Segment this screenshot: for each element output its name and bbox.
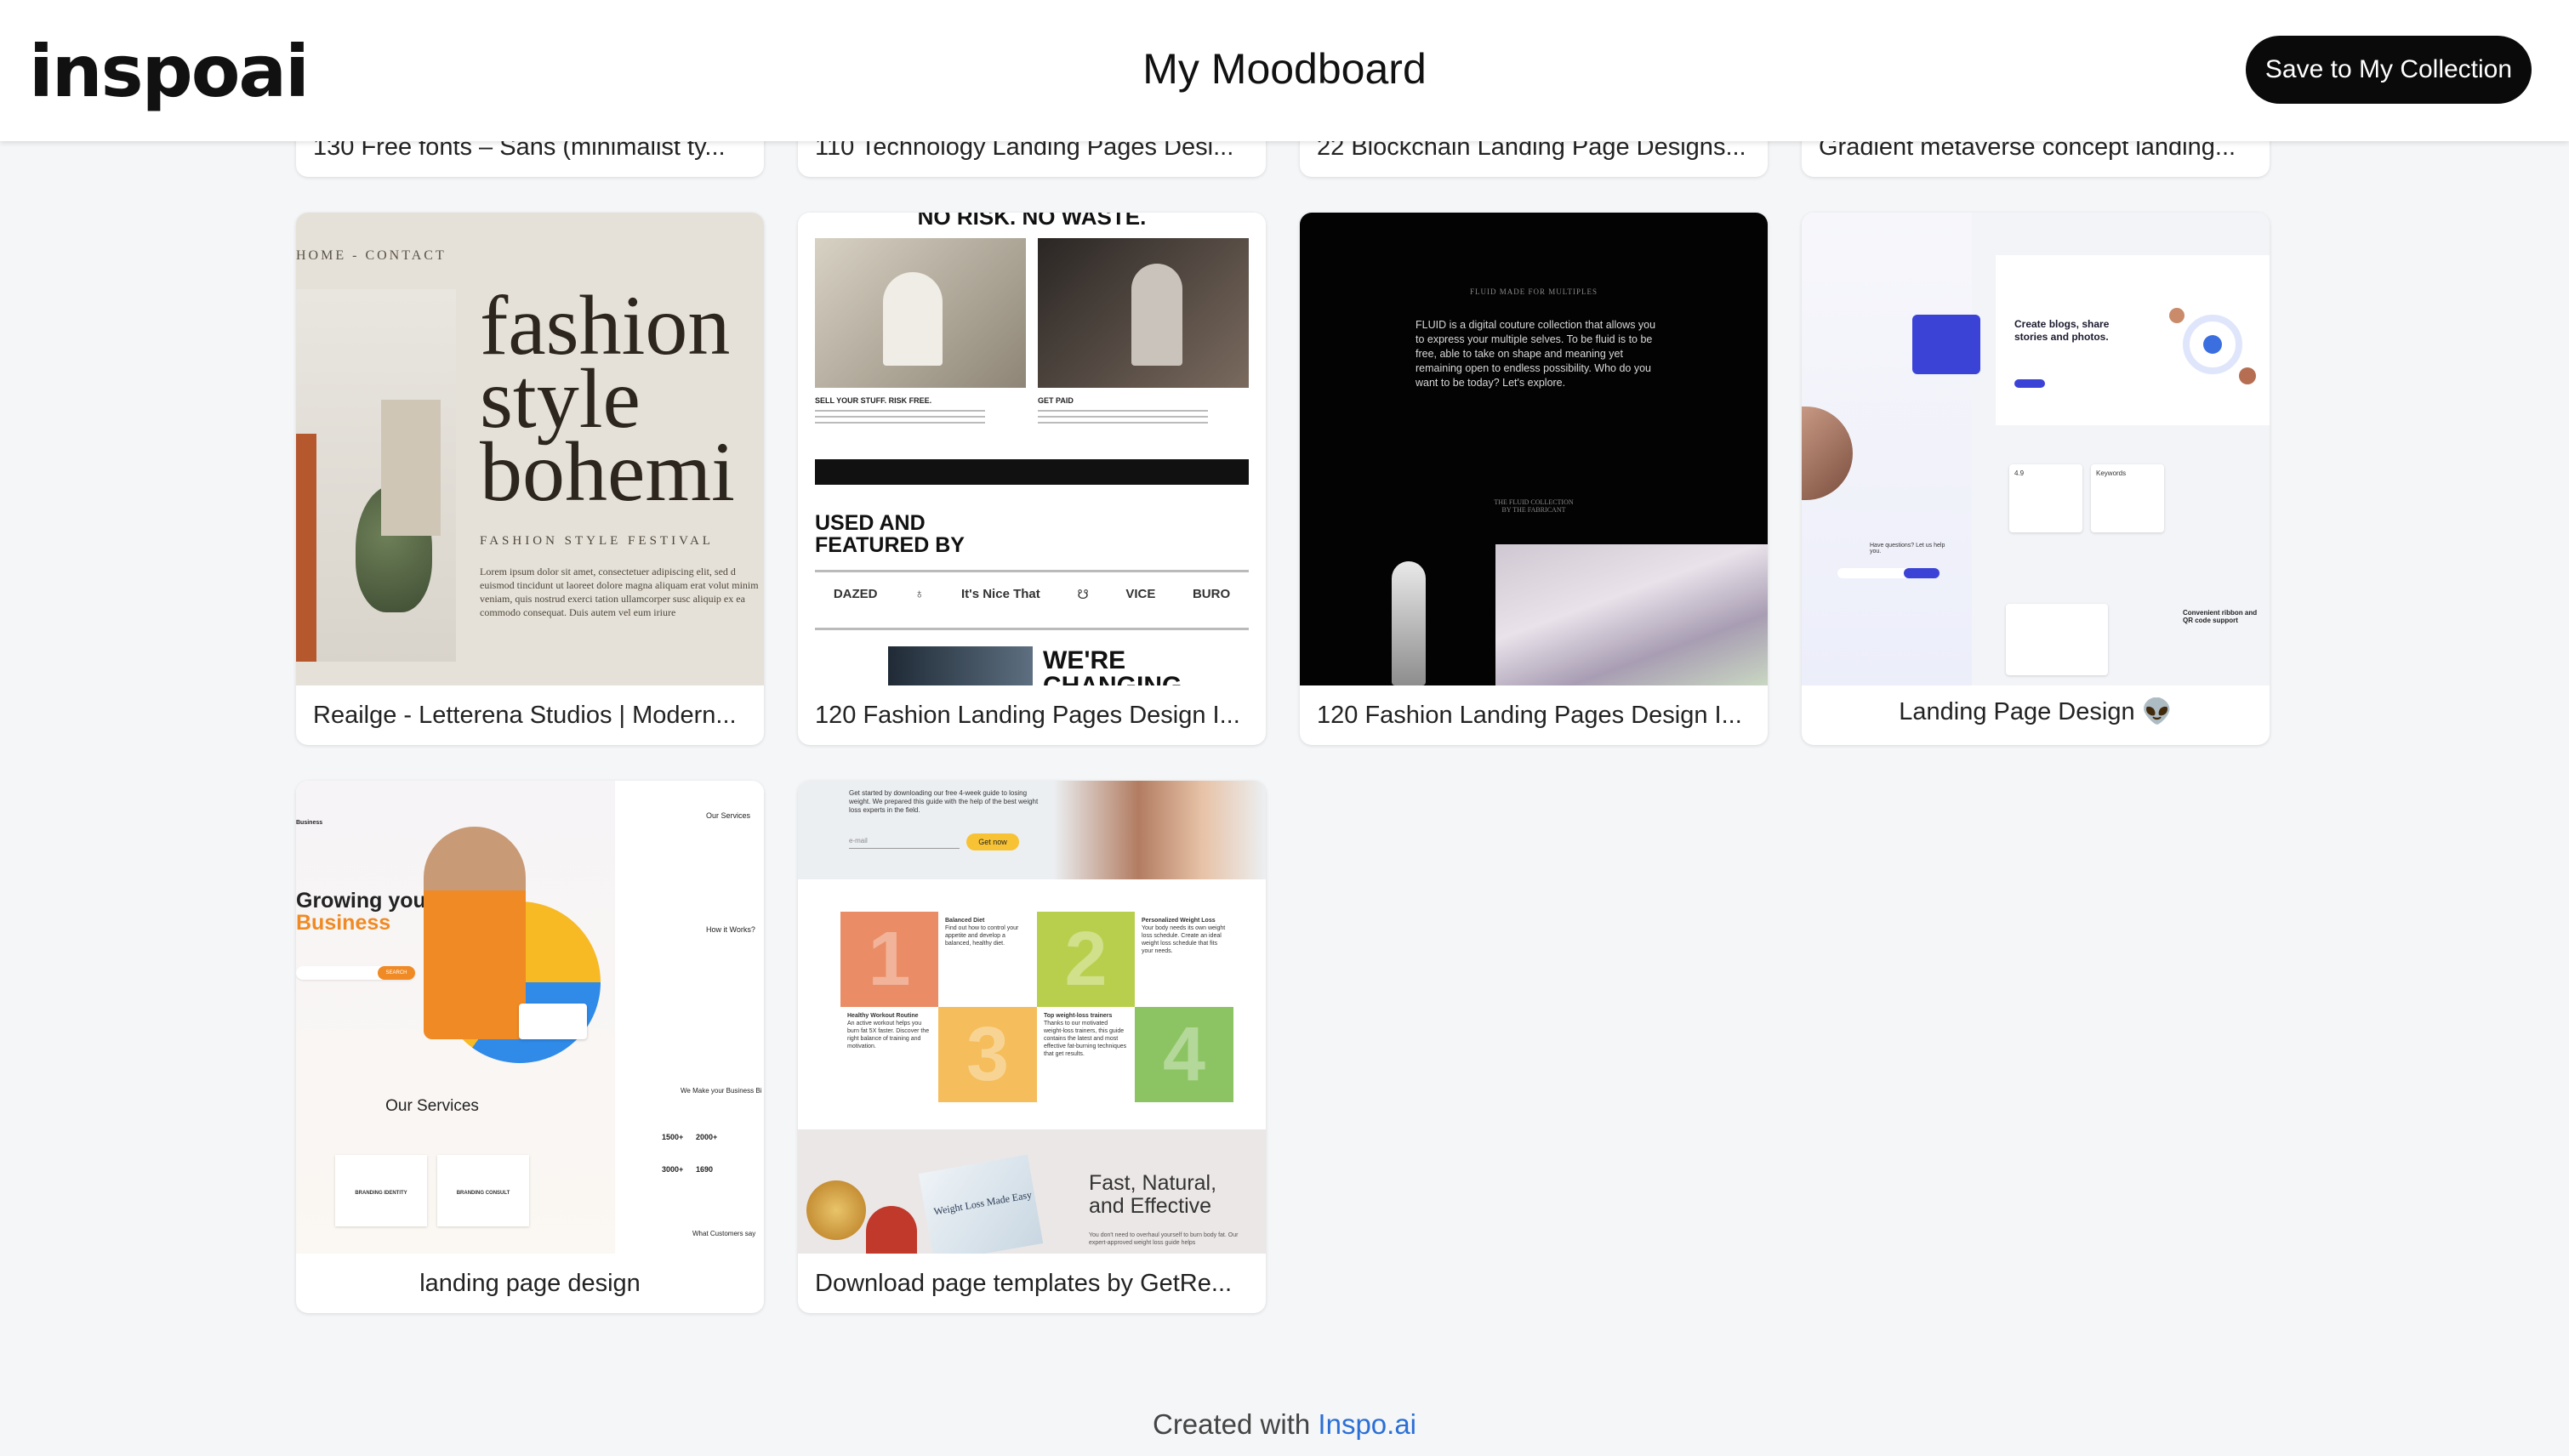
card-caption: landing page design <box>419 1269 641 1297</box>
side-stats: 1500+ 2000+ 3000+ 1690 <box>662 1133 718 1174</box>
card-thumbnail[interactable]: HOME - CONTACT fashion style bohemi FASH… <box>296 213 764 685</box>
side-how: How it Works? <box>706 925 755 934</box>
moodboard-card[interactable]: FLUID MADE FOR MULTIPLES FLUID is a digi… <box>1300 213 1768 745</box>
photo-right <box>1038 238 1249 388</box>
thumb-eyebrow: FLUID MADE FOR MULTIPLES <box>1470 287 1598 296</box>
tile-text: Balanced Diet Find out how to control you… <box>938 912 1037 1007</box>
avatar <box>2239 367 2256 384</box>
card-thumbnail[interactable]: Create blogs, share stories and photos. … <box>1802 213 2270 685</box>
save-to-collection-button[interactable]: Save to My Collection <box>2246 36 2532 104</box>
testimonial-card <box>519 1004 587 1039</box>
label-left: SELL YOUR STUFF. RISK FREE. <box>815 396 932 405</box>
question-text: Have questions? Let us help you. <box>1870 543 1945 555</box>
side-make: We Make your Business Bi <box>681 1087 762 1095</box>
stat-card: Keywords <box>2091 464 2164 532</box>
thumb-headline: Growing your Business <box>296 889 435 935</box>
thumb-brand: Business <box>296 820 323 826</box>
services-heading: Our Services <box>385 1097 479 1115</box>
photo-left <box>815 238 1026 388</box>
food-image <box>866 1206 917 1254</box>
get-now-button: Get now <box>966 833 1019 850</box>
moodboard-card[interactable]: Business Growing your Business SEARCH Ou… <box>296 781 764 1313</box>
thumb-intro: Get started by downloading our free 4-we… <box>849 789 1039 814</box>
featured-heading: USED AND FEATURED BY <box>815 511 965 557</box>
black-banner <box>815 459 1249 485</box>
thumb-body: Lorem ipsum dolor sit amet, consectetuer… <box>480 566 759 618</box>
page-title: My Moodboard <box>1142 45 1427 93</box>
tile-number: 2 <box>1037 912 1135 1007</box>
clothes-rack-image <box>296 434 316 662</box>
thumb-top-text: NO RISK. NO WASTE. <box>917 213 1147 230</box>
woman-image <box>424 827 526 1039</box>
card-caption: 120 Fashion Landing Pages Design I... <box>815 701 1240 729</box>
inspoai-link[interactable]: Inspo.ai <box>1318 1408 1416 1440</box>
thumb-nav: HOME - CONTACT <box>296 248 447 263</box>
footer-text: Created with <box>1152 1408 1319 1440</box>
gradient-fabric-image <box>1495 544 1768 685</box>
press-logos: DAZED ♁ It's Nice That ☋ VICE BURO <box>815 587 1249 602</box>
figure-image <box>1392 561 1426 685</box>
promo-heading: Fast, Natural, and Effective <box>1089 1171 1217 1218</box>
logo-icon: ☋ <box>1077 588 1089 602</box>
tile-text: Healthy Workout Routine An active workout… <box>840 1007 938 1102</box>
card-caption: Download page templates by GetRe... <box>815 1269 1233 1297</box>
search-bar: SEARCH <box>296 966 415 980</box>
blue-widget <box>1912 315 1980 374</box>
thumb-text: FLUID is a digital couture collection th… <box>1416 319 1656 389</box>
top-bar: inspoai My Moodboard Save to My Collecti… <box>0 0 2569 141</box>
card-caption: Reailge - Letterena Studios | Modern... <box>313 701 737 729</box>
blue-bar <box>1837 568 1940 578</box>
thumb-subtitle: FASHION STYLE FESTIVAL <box>480 534 714 548</box>
label-right: GET PAID <box>1038 396 1074 405</box>
divider <box>815 628 1249 630</box>
target-circle <box>2183 315 2242 374</box>
footer: Created with Inspo.ai <box>0 1408 2569 1441</box>
side-services: Our Services <box>706 811 751 820</box>
thumb-sub: THE FLUID COLLECTION BY THE FABRICANT <box>1494 498 1574 514</box>
side-customers: What Customers say <box>692 1230 756 1237</box>
photo-bottom <box>888 646 1033 685</box>
garment-image <box>381 400 441 536</box>
card-thumbnail[interactable]: NO RISK. NO WASTE. SELL YOUR STUFF. RISK… <box>798 213 1266 685</box>
divider <box>815 570 1249 572</box>
logo-its-nice-that: It's Nice That <box>960 587 1040 601</box>
logo-vice: VICE <box>1125 587 1156 601</box>
service-card: BRANDING CONSULT <box>437 1155 529 1226</box>
tile-text: Personalized Weight Loss Your body needs … <box>1135 912 1233 1007</box>
card-thumbnail[interactable]: Business Growing your Business SEARCH Ou… <box>296 781 764 1254</box>
placeholder-lines <box>1038 410 1208 427</box>
email-field: e-mail <box>849 833 960 849</box>
card-caption: Landing Page Design 👽 <box>1899 698 2173 725</box>
thumb-photo <box>296 289 456 662</box>
tile-text: Top weight-loss trainers Thanks to our mo… <box>1037 1007 1135 1102</box>
placeholder-lines <box>815 410 985 427</box>
bottom-card <box>2006 604 2108 675</box>
avatar <box>2169 308 2185 323</box>
tile-number: 4 <box>1135 1007 1233 1102</box>
changing-heading: WE'RE CHANGING <box>1043 646 1182 686</box>
stat-card: 4.9 <box>2009 464 2082 532</box>
card-caption: 120 Fashion Landing Pages Design I... <box>1317 701 1742 729</box>
service-card: BRANDING IDENTITY <box>335 1155 427 1226</box>
moodboard-card[interactable]: HOME - CONTACT fashion style bohemi FASH… <box>296 213 764 745</box>
thumb-headline: fashion style bohemi <box>480 278 735 519</box>
moodboard-card[interactable]: Get started by downloading our free 4-we… <box>798 781 1266 1313</box>
card-thumbnail[interactable]: FLUID MADE FOR MULTIPLES FLUID is a digi… <box>1300 213 1768 685</box>
scan-text: Convenient ribbon and QR code support <box>2183 609 2258 624</box>
tile-number: 3 <box>938 1007 1037 1102</box>
hero-image <box>1053 781 1266 879</box>
card-thumbnail[interactable]: Get started by downloading our free 4-we… <box>798 781 1266 1254</box>
moodboard-card[interactable]: Create blogs, share stories and photos. … <box>1802 213 2270 745</box>
moodboard-grid: 130 Free fonts – Sans (minimalist ty... … <box>0 0 2569 1456</box>
logo-icon: ♁ <box>914 587 925 601</box>
tile-grid: 1 Balanced Diet Find out how to control y… <box>840 912 1233 1102</box>
moodboard-card[interactable]: NO RISK. NO WASTE. SELL YOUR STUFF. RISK… <box>798 213 1266 745</box>
bowl-image <box>806 1180 866 1240</box>
thumb-headline: Create blogs, share stories and photos. <box>2014 318 2110 343</box>
tile-number: 1 <box>840 912 938 1007</box>
logo-dazed: DAZED <box>833 587 878 601</box>
logo-buro: BURO <box>1192 587 1231 601</box>
promo-small: You don't need to overhaul yourself to b… <box>1089 1232 1239 1246</box>
cta-button <box>2014 379 2045 388</box>
